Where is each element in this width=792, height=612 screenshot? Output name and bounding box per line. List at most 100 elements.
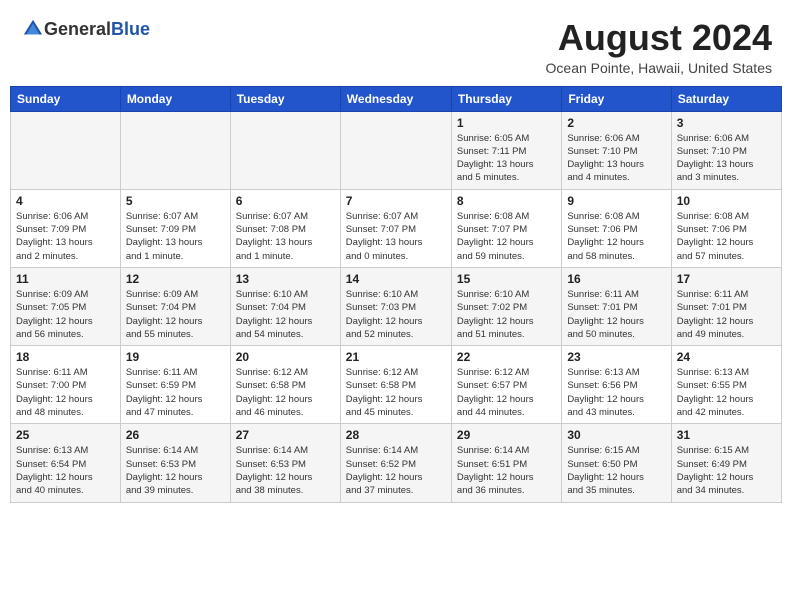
calendar-cell: 6 Sunrise: 6:07 AM Sunset: 7:08 PM Daylig…	[230, 189, 340, 267]
calendar-cell: 3 Sunrise: 6:06 AM Sunset: 7:10 PM Daylig…	[671, 111, 781, 189]
calendar-cell: 2 Sunrise: 6:06 AM Sunset: 7:10 PM Daylig…	[562, 111, 671, 189]
day-number: 29	[457, 428, 556, 442]
calendar-cell: 14Sunrise: 6:10 AM Sunset: 7:03 PM Dayli…	[340, 267, 451, 345]
calendar-cell: 26 Sunrise: 6:14 AM Sunset: 6:53 PM Dayli…	[120, 424, 230, 502]
calendar-cell: 15 Sunrise: 6:10 AM Sunset: 7:02 PM Dayli…	[451, 267, 561, 345]
day-number: 20	[236, 350, 335, 364]
calendar-cell: 31 Sunrise: 6:15 AM Sunset: 6:49 PM Dayli…	[671, 424, 781, 502]
day-info: Sunrise: 6:15 AM Sunset: 6:50 PM Dayligh…	[567, 444, 665, 497]
week-row-1: 1 Sunrise: 6:05 AM Sunset: 7:11 PM Daylig…	[11, 111, 782, 189]
weekday-header-thursday: Thursday	[451, 86, 561, 111]
day-info: Sunrise: 6:12 AM Sunset: 6:58 PM Dayligh…	[236, 366, 335, 419]
day-info: Sunrise: 6:07 AM Sunset: 7:08 PM Dayligh…	[236, 210, 335, 263]
day-number: 5	[126, 194, 225, 208]
day-info: Sunrise: 6:05 AM Sunset: 7:11 PM Dayligh…	[457, 132, 556, 185]
month-title: August 2024	[546, 18, 772, 58]
day-info: Sunrise: 6:10 AM Sunset: 7:04 PM Dayligh…	[236, 288, 335, 341]
day-number: 1	[457, 116, 556, 130]
day-number: 12	[126, 272, 225, 286]
calendar-cell: 30 Sunrise: 6:15 AM Sunset: 6:50 PM Dayli…	[562, 424, 671, 502]
calendar-cell: 25Sunrise: 6:13 AM Sunset: 6:54 PM Dayli…	[11, 424, 121, 502]
day-info: Sunrise: 6:12 AM Sunset: 6:58 PM Dayligh…	[346, 366, 446, 419]
day-number: 6	[236, 194, 335, 208]
calendar-cell: 24Sunrise: 6:13 AM Sunset: 6:55 PM Dayli…	[671, 346, 781, 424]
day-number: 10	[677, 194, 776, 208]
calendar-cell: 22 Sunrise: 6:12 AM Sunset: 6:57 PM Dayli…	[451, 346, 561, 424]
day-number: 15	[457, 272, 556, 286]
day-info: Sunrise: 6:10 AM Sunset: 7:02 PM Dayligh…	[457, 288, 556, 341]
day-info: Sunrise: 6:14 AM Sunset: 6:53 PM Dayligh…	[236, 444, 335, 497]
day-number: 9	[567, 194, 665, 208]
day-info: Sunrise: 6:09 AM Sunset: 7:04 PM Dayligh…	[126, 288, 225, 341]
logo: General Blue	[20, 18, 150, 40]
calendar-cell: 27 Sunrise: 6:14 AM Sunset: 6:53 PM Dayli…	[230, 424, 340, 502]
header: General Blue August 2024 Ocean Pointe, H…	[0, 0, 792, 86]
day-info: Sunrise: 6:11 AM Sunset: 7:01 PM Dayligh…	[677, 288, 776, 341]
day-info: Sunrise: 6:15 AM Sunset: 6:49 PM Dayligh…	[677, 444, 776, 497]
day-info: Sunrise: 6:11 AM Sunset: 7:01 PM Dayligh…	[567, 288, 665, 341]
day-number: 4	[16, 194, 115, 208]
logo-blue-text: Blue	[111, 19, 150, 40]
calendar-cell: 23Sunrise: 6:13 AM Sunset: 6:56 PM Dayli…	[562, 346, 671, 424]
weekday-header-saturday: Saturday	[671, 86, 781, 111]
calendar-cell: 10 Sunrise: 6:08 AM Sunset: 7:06 PM Dayli…	[671, 189, 781, 267]
day-info: Sunrise: 6:14 AM Sunset: 6:53 PM Dayligh…	[126, 444, 225, 497]
calendar-cell: 21 Sunrise: 6:12 AM Sunset: 6:58 PM Dayli…	[340, 346, 451, 424]
day-info: Sunrise: 6:06 AM Sunset: 7:10 PM Dayligh…	[677, 132, 776, 185]
location-title: Ocean Pointe, Hawaii, United States	[546, 60, 772, 76]
day-info: Sunrise: 6:14 AM Sunset: 6:52 PM Dayligh…	[346, 444, 446, 497]
day-info: Sunrise: 6:09 AM Sunset: 7:05 PM Dayligh…	[16, 288, 115, 341]
day-number: 11	[16, 272, 115, 286]
day-number: 28	[346, 428, 446, 442]
day-number: 26	[126, 428, 225, 442]
logo-icon	[22, 18, 44, 40]
calendar-cell: 11 Sunrise: 6:09 AM Sunset: 7:05 PM Dayli…	[11, 267, 121, 345]
calendar-cell	[230, 111, 340, 189]
calendar-cell: 20 Sunrise: 6:12 AM Sunset: 6:58 PM Dayli…	[230, 346, 340, 424]
week-row-5: 25Sunrise: 6:13 AM Sunset: 6:54 PM Dayli…	[11, 424, 782, 502]
day-number: 17	[677, 272, 776, 286]
week-row-3: 11 Sunrise: 6:09 AM Sunset: 7:05 PM Dayli…	[11, 267, 782, 345]
day-number: 27	[236, 428, 335, 442]
day-number: 24	[677, 350, 776, 364]
week-row-2: 4Sunrise: 6:06 AM Sunset: 7:09 PM Daylig…	[11, 189, 782, 267]
calendar-cell: 18 Sunrise: 6:11 AM Sunset: 7:00 PM Dayli…	[11, 346, 121, 424]
day-info: Sunrise: 6:11 AM Sunset: 6:59 PM Dayligh…	[126, 366, 225, 419]
weekday-header-wednesday: Wednesday	[340, 86, 451, 111]
calendar-cell: 17 Sunrise: 6:11 AM Sunset: 7:01 PM Dayli…	[671, 267, 781, 345]
calendar-cell: 29Sunrise: 6:14 AM Sunset: 6:51 PM Dayli…	[451, 424, 561, 502]
day-number: 22	[457, 350, 556, 364]
day-info: Sunrise: 6:08 AM Sunset: 7:07 PM Dayligh…	[457, 210, 556, 263]
day-number: 14	[346, 272, 446, 286]
weekday-header-sunday: Sunday	[11, 86, 121, 111]
day-number: 16	[567, 272, 665, 286]
day-number: 18	[16, 350, 115, 364]
day-info: Sunrise: 6:08 AM Sunset: 7:06 PM Dayligh…	[567, 210, 665, 263]
calendar-cell: 12 Sunrise: 6:09 AM Sunset: 7:04 PM Dayli…	[120, 267, 230, 345]
day-info: Sunrise: 6:13 AM Sunset: 6:56 PM Dayligh…	[567, 366, 665, 419]
calendar-cell: 9 Sunrise: 6:08 AM Sunset: 7:06 PM Daylig…	[562, 189, 671, 267]
day-number: 31	[677, 428, 776, 442]
day-number: 2	[567, 116, 665, 130]
calendar-cell: 19Sunrise: 6:11 AM Sunset: 6:59 PM Dayli…	[120, 346, 230, 424]
day-info: Sunrise: 6:13 AM Sunset: 6:54 PM Dayligh…	[16, 444, 115, 497]
weekday-header-monday: Monday	[120, 86, 230, 111]
day-info: Sunrise: 6:07 AM Sunset: 7:07 PM Dayligh…	[346, 210, 446, 263]
calendar-cell: 16 Sunrise: 6:11 AM Sunset: 7:01 PM Dayli…	[562, 267, 671, 345]
day-info: Sunrise: 6:12 AM Sunset: 6:57 PM Dayligh…	[457, 366, 556, 419]
day-number: 3	[677, 116, 776, 130]
weekday-header-friday: Friday	[562, 86, 671, 111]
day-number: 30	[567, 428, 665, 442]
calendar-table: SundayMondayTuesdayWednesdayThursdayFrid…	[10, 86, 782, 503]
calendar-cell: 1 Sunrise: 6:05 AM Sunset: 7:11 PM Daylig…	[451, 111, 561, 189]
calendar-cell: 13Sunrise: 6:10 AM Sunset: 7:04 PM Dayli…	[230, 267, 340, 345]
week-row-4: 18 Sunrise: 6:11 AM Sunset: 7:00 PM Dayli…	[11, 346, 782, 424]
title-area: August 2024 Ocean Pointe, Hawaii, United…	[546, 18, 772, 76]
day-info: Sunrise: 6:08 AM Sunset: 7:06 PM Dayligh…	[677, 210, 776, 263]
day-number: 21	[346, 350, 446, 364]
calendar-cell: 28 Sunrise: 6:14 AM Sunset: 6:52 PM Dayli…	[340, 424, 451, 502]
day-info: Sunrise: 6:11 AM Sunset: 7:00 PM Dayligh…	[16, 366, 115, 419]
weekday-header-row: SundayMondayTuesdayWednesdayThursdayFrid…	[11, 86, 782, 111]
calendar-cell: 5Sunrise: 6:07 AM Sunset: 7:09 PM Daylig…	[120, 189, 230, 267]
day-info: Sunrise: 6:06 AM Sunset: 7:10 PM Dayligh…	[567, 132, 665, 185]
